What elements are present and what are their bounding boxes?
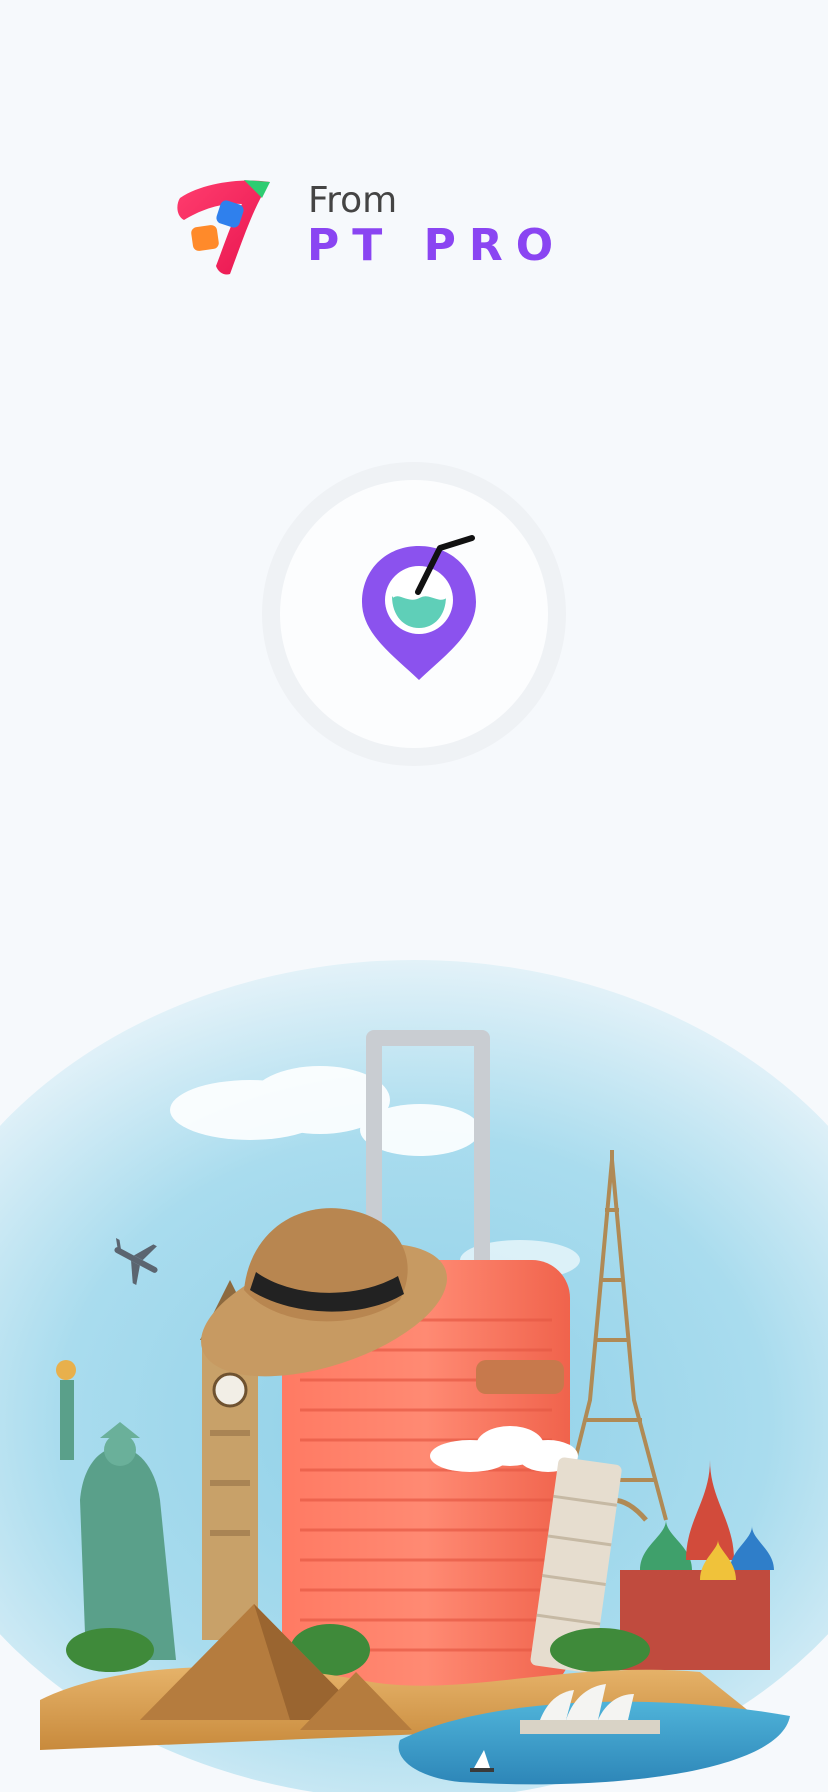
company-name: PT PRO	[307, 220, 567, 271]
coconut-drink-location-pin-icon	[362, 535, 476, 680]
app-icon-ring	[262, 462, 566, 766]
from-label: From	[308, 180, 398, 221]
app-icon-disc	[280, 480, 548, 748]
company-branding: From PT PRO	[174, 176, 553, 280]
pt-pro-logo-icon	[177, 180, 270, 275]
travel-landmarks-suitcase-illustration	[0, 960, 828, 1792]
